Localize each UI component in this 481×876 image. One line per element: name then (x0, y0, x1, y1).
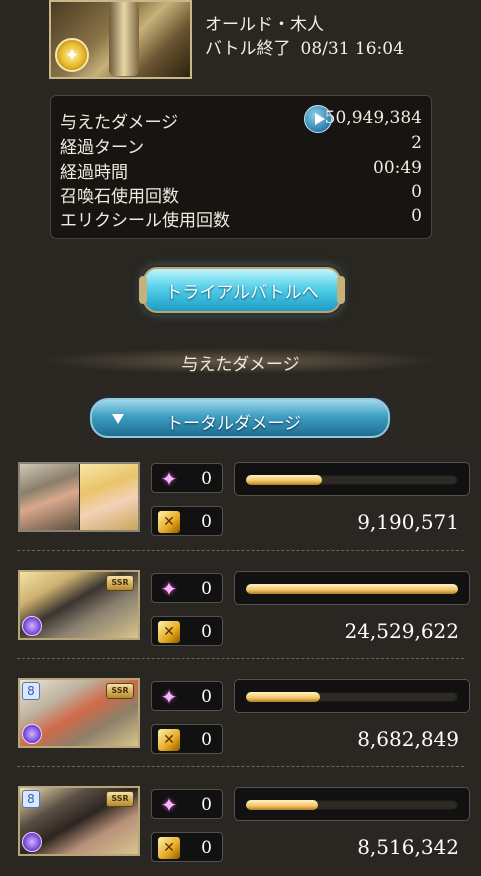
stat-row-time: 経過時間 00:49 (60, 158, 422, 183)
damage-bar (234, 679, 470, 713)
damage-bar-fill (246, 692, 321, 702)
trial-battle-label: トライアルバトルへ (165, 282, 319, 303)
damage-bar-track (246, 584, 458, 594)
boss-figure (109, 2, 139, 76)
row-divider (17, 766, 464, 767)
battle-timestamp: 08/31 16:04 (300, 39, 404, 59)
ca-count-box: ✕ 0 (151, 832, 223, 862)
boss-name: オールド・木人 (205, 15, 324, 35)
light-element-icon: ✦ (55, 38, 89, 72)
stat-value: 50,949,384 (324, 108, 422, 128)
stat-label: 召喚石使用回数 (60, 187, 179, 207)
damage-value: 9,190,571 (357, 510, 459, 534)
damage-bar (234, 571, 470, 605)
ca-count-box: ✕ 0 (151, 506, 223, 536)
damage-bar-track (246, 692, 458, 702)
sparkle-icon: ✦ (160, 685, 178, 709)
skill-count: 0 (201, 579, 212, 599)
stat-label: 経過ターン (60, 138, 145, 158)
battle-status-label: バトル終了 (205, 39, 291, 59)
stat-value: 0 (411, 182, 422, 202)
ca-count: 0 (201, 838, 212, 858)
character-row: 8 SSR ✦ 0 ✕ 0 8,516,342 (0, 766, 481, 874)
trial-battle-button[interactable]: トライアルバトルへ (139, 267, 345, 313)
damage-bar-fill (246, 584, 458, 594)
row-divider (17, 550, 464, 551)
ring-icon: 8 (22, 682, 40, 700)
stat-row-turns: 経過ターン 2 (60, 133, 422, 158)
charge-attack-icon: ✕ (158, 621, 180, 643)
result-header: ✦ オールド・木人 バトル終了 08/31 16:04 (0, 0, 481, 88)
button-ornament-left (139, 276, 147, 304)
skill-count-box: ✦ 0 (151, 789, 223, 819)
skill-count: 0 (201, 795, 212, 815)
character-row: 8 SSR ✦ 0 ✕ 0 8,682,849 (0, 658, 481, 766)
stat-value: 00:49 (373, 158, 422, 178)
portrait-face (80, 464, 138, 530)
character-portrait[interactable]: 8 SSR (18, 786, 140, 856)
stat-label: 与えたダメージ (60, 113, 179, 133)
dark-element-icon (22, 832, 42, 852)
ssr-badge: SSR (106, 683, 134, 699)
battle-stats-panel: 与えたダメージ 50,949,384 経過ターン 2 経過時間 00:49 召喚… (50, 95, 432, 239)
section-title: 与えたダメージ (181, 355, 300, 375)
ring-icon: 8 (22, 790, 40, 808)
damage-bar-track (246, 475, 458, 485)
damage-bar (234, 462, 470, 496)
sparkle-icon: ✦ (160, 577, 178, 601)
stat-row-summons: 召喚石使用回数 0 (60, 182, 422, 207)
boss-thumbnail: ✦ (49, 0, 192, 79)
charge-attack-icon: ✕ (158, 511, 180, 533)
portrait-face (20, 464, 79, 530)
ca-count: 0 (201, 512, 212, 532)
dark-element-icon (22, 724, 42, 744)
ca-count: 0 (201, 730, 212, 750)
stat-value: 0 (411, 206, 422, 226)
skill-count-box: ✦ 0 (151, 681, 223, 711)
dark-element-icon (22, 616, 42, 636)
sparkle-icon: ✦ (160, 793, 178, 817)
ca-count-box: ✕ 0 (151, 616, 223, 646)
damage-bar-fill (246, 475, 323, 485)
character-portrait[interactable]: 8 SSR (18, 678, 140, 748)
damage-bar-fill (246, 800, 319, 810)
ssr-badge: SSR (106, 575, 134, 591)
stat-row-elixirs: エリクシール使用回数 0 (60, 206, 422, 231)
damage-bar (234, 787, 470, 821)
ca-count: 0 (201, 622, 212, 642)
damage-value: 24,529,622 (344, 619, 459, 643)
skill-count: 0 (201, 687, 212, 707)
stat-value: 2 (411, 133, 422, 153)
ssr-badge: SSR (106, 791, 134, 807)
skill-count: 0 (201, 469, 212, 489)
total-damage-dropdown[interactable]: トータルダメージ (90, 398, 390, 438)
button-ornament-right (337, 276, 345, 304)
charge-attack-icon: ✕ (158, 729, 180, 751)
row-divider (17, 658, 464, 659)
character-portrait[interactable]: SSR (18, 570, 140, 640)
stat-label: エリクシール使用回数 (60, 211, 230, 231)
skill-count-box: ✦ 0 (151, 463, 223, 493)
character-portrait[interactable] (18, 462, 140, 532)
stat-label: 経過時間 (60, 163, 128, 183)
skill-count-box: ✦ 0 (151, 573, 223, 603)
damage-bar-track (246, 800, 458, 810)
total-damage-label: トータルダメージ (166, 414, 302, 434)
battle-status: バトル終了 08/31 16:04 (205, 34, 404, 59)
sparkle-icon: ✦ (160, 467, 178, 491)
stat-row-damage: 与えたダメージ 50,949,384 (60, 105, 422, 133)
charge-attack-icon: ✕ (158, 837, 180, 859)
damage-value: 8,682,849 (357, 727, 459, 751)
character-row: SSR ✦ 0 ✕ 0 24,529,622 (0, 550, 481, 658)
ca-count-box: ✕ 0 (151, 724, 223, 754)
damage-value: 8,516,342 (357, 835, 459, 859)
chevron-down-icon (112, 414, 124, 424)
